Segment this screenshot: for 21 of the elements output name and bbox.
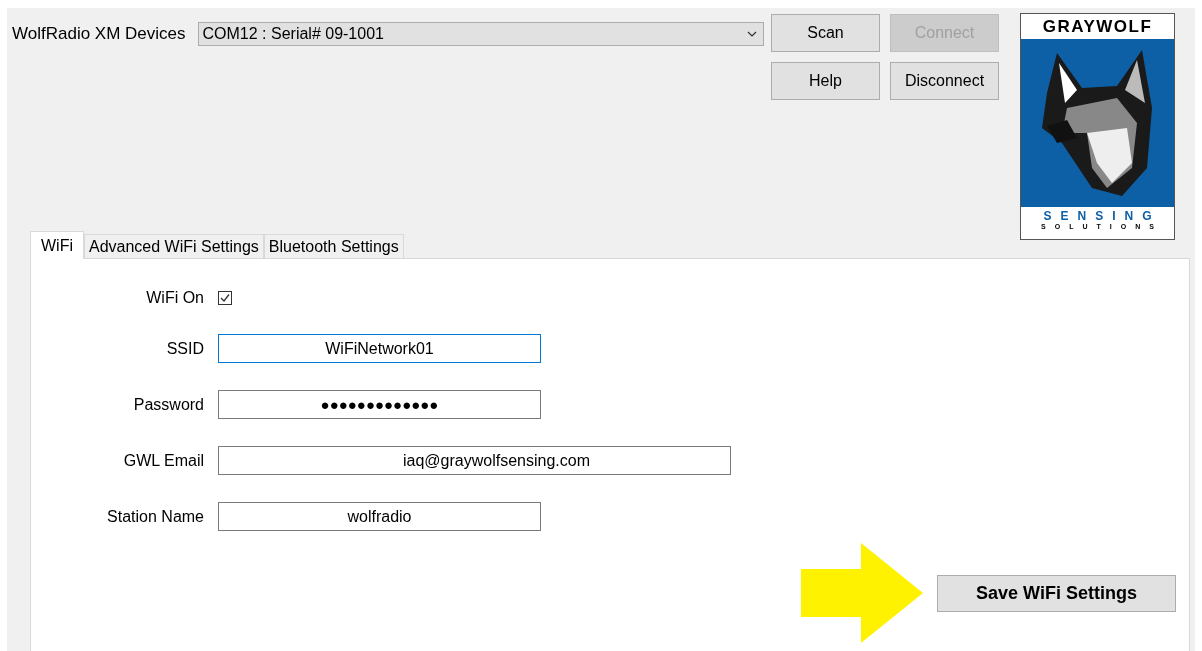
field-label: SSID bbox=[166, 339, 204, 358]
tab[interactable]: WiFi bbox=[30, 231, 84, 259]
action-button[interactable]: Scan bbox=[771, 14, 880, 52]
device-dropdown[interactable]: COM12 : Serial# 09-1001 bbox=[197, 22, 764, 46]
action-button[interactable]: Help bbox=[771, 62, 880, 100]
input-field[interactable]: WiFiNetwork01 bbox=[218, 334, 541, 363]
input-field[interactable]: iaq@graywolfsensing.com bbox=[218, 446, 731, 475]
action-button[interactable]: Disconnect bbox=[890, 62, 999, 100]
input-field[interactable]: wolfradio bbox=[218, 502, 541, 531]
arrow-icon bbox=[801, 543, 923, 643]
field-label: Station Name bbox=[107, 507, 204, 526]
input-field[interactable]: ●●●●●●●●●●●●● bbox=[218, 390, 541, 419]
devices-label: WolfRadio XM Devices bbox=[12, 24, 186, 44]
checkbox[interactable] bbox=[218, 291, 232, 305]
field-label: WiFi On bbox=[146, 289, 204, 307]
caret-icon bbox=[746, 31, 757, 37]
tab[interactable]: Advanced WiFi Settings bbox=[84, 234, 264, 258]
field-label: Password bbox=[133, 395, 204, 414]
tab[interactable]: Bluetooth Settings bbox=[263, 234, 404, 258]
field-label: GWL Email bbox=[123, 451, 204, 470]
save-wifi-settings-button[interactable]: Save WiFi Settings bbox=[937, 574, 1176, 612]
